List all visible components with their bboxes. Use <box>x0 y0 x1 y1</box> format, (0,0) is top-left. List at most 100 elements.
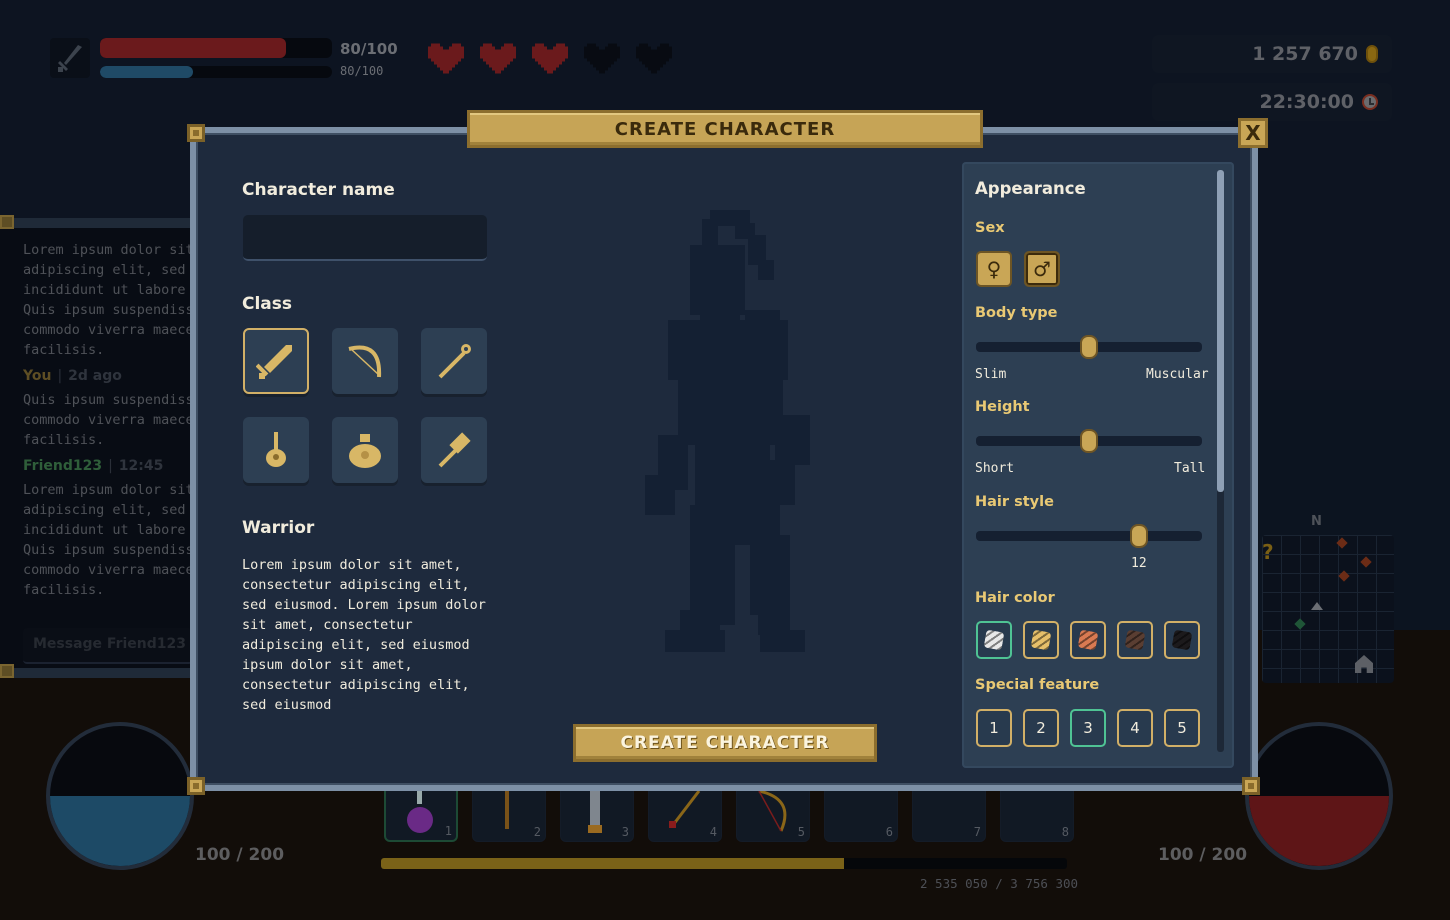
chat-author[interactable]: Friend123 <box>23 458 102 474</box>
hair-color-swatch[interactable] <box>1023 621 1059 659</box>
game-clock: 22:30:00 <box>1152 83 1392 121</box>
character-preview-silhouette <box>645 210 810 652</box>
money-bag-icon <box>345 430 385 470</box>
special-feature-option[interactable]: 2 <box>1023 709 1059 747</box>
mana-orb-value: 100 / 200 <box>195 845 285 865</box>
hair-color-swatch[interactable] <box>976 621 1012 659</box>
stamina-value: 80/100 <box>340 64 384 78</box>
clock-icon <box>1362 94 1378 110</box>
sex-male-button[interactable]: ♂ <box>1024 251 1060 287</box>
hotbar-slot-number: 1 <box>444 824 452 838</box>
heart-full-icon <box>532 40 568 74</box>
minimap-north-label: N <box>1311 514 1322 529</box>
health-bar <box>100 38 332 58</box>
hair-color-sample <box>1124 629 1146 651</box>
hair-color-sample <box>983 629 1005 651</box>
hair-style-label: Hair style <box>975 494 1054 510</box>
bow-icon <box>751 789 791 841</box>
health-orb <box>1245 722 1393 870</box>
frame-corner-ornament <box>187 124 205 142</box>
class-selector <box>243 328 487 483</box>
body-type-label: Body type <box>975 305 1058 321</box>
class-option-ranger[interactable] <box>332 328 398 394</box>
class-option-warrior[interactable] <box>243 328 309 394</box>
class-label: Class <box>242 294 293 314</box>
experience-value: 2 535 050 / 3 756 300 <box>920 876 1079 891</box>
chat-message-input[interactable]: Message Friend123 <box>23 628 193 664</box>
sex-female-button[interactable]: ♀ <box>976 251 1012 287</box>
potion-icon <box>400 790 440 840</box>
saw-icon <box>575 791 615 841</box>
special-feature-option[interactable]: 3 <box>1070 709 1106 747</box>
quest-marker-icon: ? <box>1262 540 1274 564</box>
height-slider[interactable] <box>976 429 1202 453</box>
male-symbol-icon: ♂ <box>1033 257 1051 281</box>
stamina-bar <box>100 66 332 78</box>
frame-corner-ornament <box>187 777 205 795</box>
hotbar-slot-number: 6 <box>885 825 893 839</box>
body-type-min-label: Slim <box>975 367 1007 382</box>
selected-class-title: Warrior <box>242 518 315 538</box>
class-option-builder[interactable] <box>421 417 487 483</box>
chat-timestamp: 12:45 <box>118 458 164 474</box>
equipped-weapon-slot[interactable] <box>50 38 90 78</box>
hotbar: 1 2 3 4 5 6 7 8 <box>384 789 1074 842</box>
hotbar-slot[interactable]: 4 <box>648 790 722 842</box>
character-name-input[interactable] <box>243 215 487 261</box>
chat-author[interactable]: You <box>23 368 51 384</box>
player-marker-icon <box>1311 602 1323 610</box>
arrow-icon <box>663 790 703 841</box>
class-option-merchant[interactable] <box>332 417 398 483</box>
hotbar-slot[interactable]: 1 <box>384 790 458 842</box>
lute-icon <box>256 430 296 470</box>
hearts-display <box>428 40 672 74</box>
hotbar-slot-number: 2 <box>533 825 541 839</box>
chat-panel: Lorem ipsum dolor sit adipiscing elit, s… <box>0 218 200 678</box>
hair-style-slider[interactable] <box>976 524 1202 548</box>
sword-icon <box>58 45 82 72</box>
chat-messages: Lorem ipsum dolor sit adipiscing elit, s… <box>23 240 198 600</box>
body-type-max-label: Muscular <box>1146 367 1209 382</box>
special-feature-option[interactable]: 4 <box>1117 709 1153 747</box>
close-button[interactable]: X <box>1238 118 1268 148</box>
height-max-label: Tall <box>1174 461 1206 476</box>
hair-color-sample <box>1171 629 1193 651</box>
hotbar-slot[interactable]: 7 <box>912 790 986 842</box>
health-value: 80/100 <box>340 40 398 58</box>
sword-icon <box>256 341 296 381</box>
body-type-slider[interactable] <box>976 335 1202 359</box>
hotbar-slot[interactable]: 6 <box>824 790 898 842</box>
hair-style-slider-thumb[interactable] <box>1129 524 1148 548</box>
hair-color-swatch[interactable] <box>1070 621 1106 659</box>
special-feature-option[interactable]: 5 <box>1164 709 1200 747</box>
hotbar-slot[interactable]: 5 <box>736 789 810 842</box>
height-slider-thumb[interactable] <box>1080 429 1098 453</box>
hotbar-slot-number: 5 <box>797 825 805 839</box>
hammer-icon <box>434 430 474 470</box>
hotbar-slot[interactable]: 2 <box>472 790 546 842</box>
special-feature-label: Special feature <box>975 677 1100 693</box>
hotbar-slot-number: 3 <box>621 825 629 839</box>
body-type-slider-thumb[interactable] <box>1080 335 1098 359</box>
axe-icon <box>487 791 527 841</box>
experience-bar <box>381 858 1067 869</box>
minimap[interactable] <box>1262 535 1394 683</box>
chat-corner-ornament <box>0 664 14 678</box>
create-character-button[interactable]: CREATE CHARACTER <box>573 724 877 762</box>
hotbar-slot[interactable]: 3 <box>560 790 634 842</box>
hair-color-sample <box>1030 629 1052 651</box>
appearance-scrollbar-thumb[interactable] <box>1217 170 1224 492</box>
hair-color-swatch[interactable] <box>1117 621 1153 659</box>
hotbar-slot-number: 4 <box>709 825 717 839</box>
special-feature-option[interactable]: 1 <box>976 709 1012 747</box>
hair-color-swatch[interactable] <box>1164 621 1200 659</box>
hair-color-label: Hair color <box>975 590 1055 606</box>
coin-icon <box>1366 45 1378 63</box>
time-value: 22:30:00 <box>1259 91 1354 113</box>
health-orb-value: 100 / 200 <box>1158 845 1248 865</box>
class-option-bard[interactable] <box>243 417 309 483</box>
chat-separator: | <box>108 458 113 474</box>
class-option-mage[interactable] <box>421 328 487 394</box>
hotbar-slot[interactable]: 8 <box>1000 790 1074 842</box>
dialog-title: CREATE CHARACTER <box>467 110 983 148</box>
